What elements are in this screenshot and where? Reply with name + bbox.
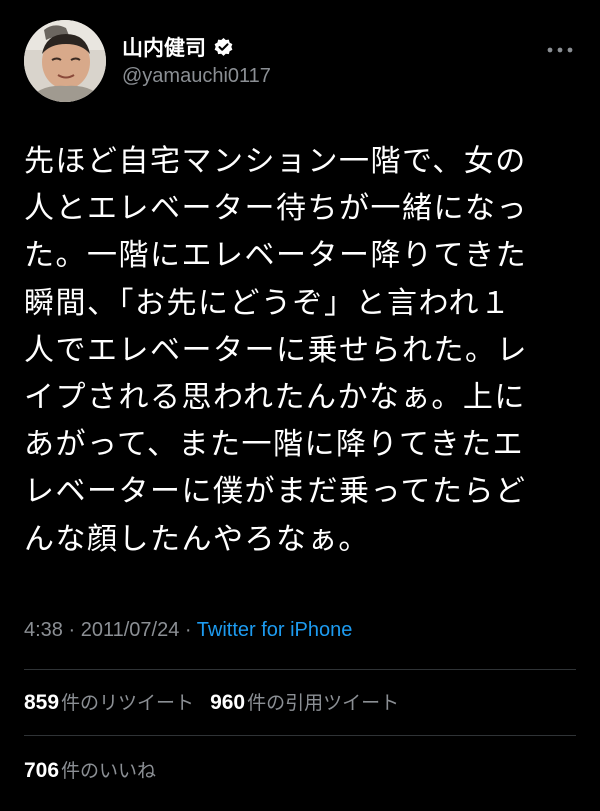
likes-stats: 706 件のいいね (24, 756, 156, 783)
tweet-text-line: 先ほど自宅マンション一階で、女の (24, 144, 527, 179)
tweet-text-line: 人とエレベーター待ちが一緒になっ (24, 191, 528, 227)
meta-separator: · (62, 619, 81, 641)
tweet-time[interactable]: 4:38 (24, 619, 63, 641)
tweet-text-line: 人でエレベーターに乗せられた。レ (24, 332, 528, 368)
avatar-photo-icon (24, 20, 106, 102)
more-options-icon[interactable] (546, 40, 574, 53)
tweet-text-line: あがって、また一階に降りてきたエ (24, 427, 525, 463)
quotes-count: 960 (210, 691, 246, 714)
retweets-count: 859 (24, 691, 60, 714)
retweets-label: 件のリツイート (61, 692, 195, 714)
divider (24, 735, 576, 736)
tweet-text-line: 瞬間、「お先にどうぞ」と言われ１ (24, 285, 512, 321)
tweet-header: 山内健司 @yamauchi0117 (24, 20, 576, 104)
author-names: 山内健司 @yamauchi0117 (122, 32, 271, 88)
user-handle[interactable]: @yamauchi0117 (122, 65, 271, 88)
verified-badge-icon (213, 37, 234, 58)
likes-label: 件のいいね (61, 760, 157, 782)
tweet-source-link[interactable]: Twitter for iPhone (197, 619, 353, 641)
retweets-stat[interactable]: 859 件のリツイート (24, 688, 194, 715)
tweet-text-line: た。一階にエレベーター降りてきた (24, 238, 528, 274)
tweet-text-line: んな顔したんやろなぁ。 (24, 521, 370, 557)
tweet-meta: 4:38 · 2011/07/24 · Twitter for iPhone (24, 619, 352, 642)
avatar[interactable] (24, 20, 106, 102)
tweet-text-line: イプされる思われたんかなぁ。上に (24, 380, 526, 416)
tweet-text: 先ほど自宅マンション一階で、女の 人とエレベーター待ちが一緒になっ た。一階にエ… (24, 138, 576, 563)
tweet-date[interactable]: 2011/07/24 (81, 619, 180, 641)
likes-count: 706 (24, 759, 60, 782)
meta-separator: · (179, 619, 197, 641)
divider (24, 669, 576, 670)
display-name[interactable]: 山内健司 (122, 32, 206, 62)
quotes-label: 件の引用ツイート (247, 692, 400, 714)
likes-stat[interactable]: 706 件のいいね (24, 756, 156, 783)
retweet-quote-stats: 859 件のリツイート 960 件の引用ツイート (24, 688, 399, 715)
quotes-stat[interactable]: 960 件の引用ツイート (210, 688, 399, 715)
display-name-row: 山内健司 (122, 32, 271, 62)
tweet-text-line: レベーターに僕がまだ乗ってたらど (24, 474, 527, 510)
